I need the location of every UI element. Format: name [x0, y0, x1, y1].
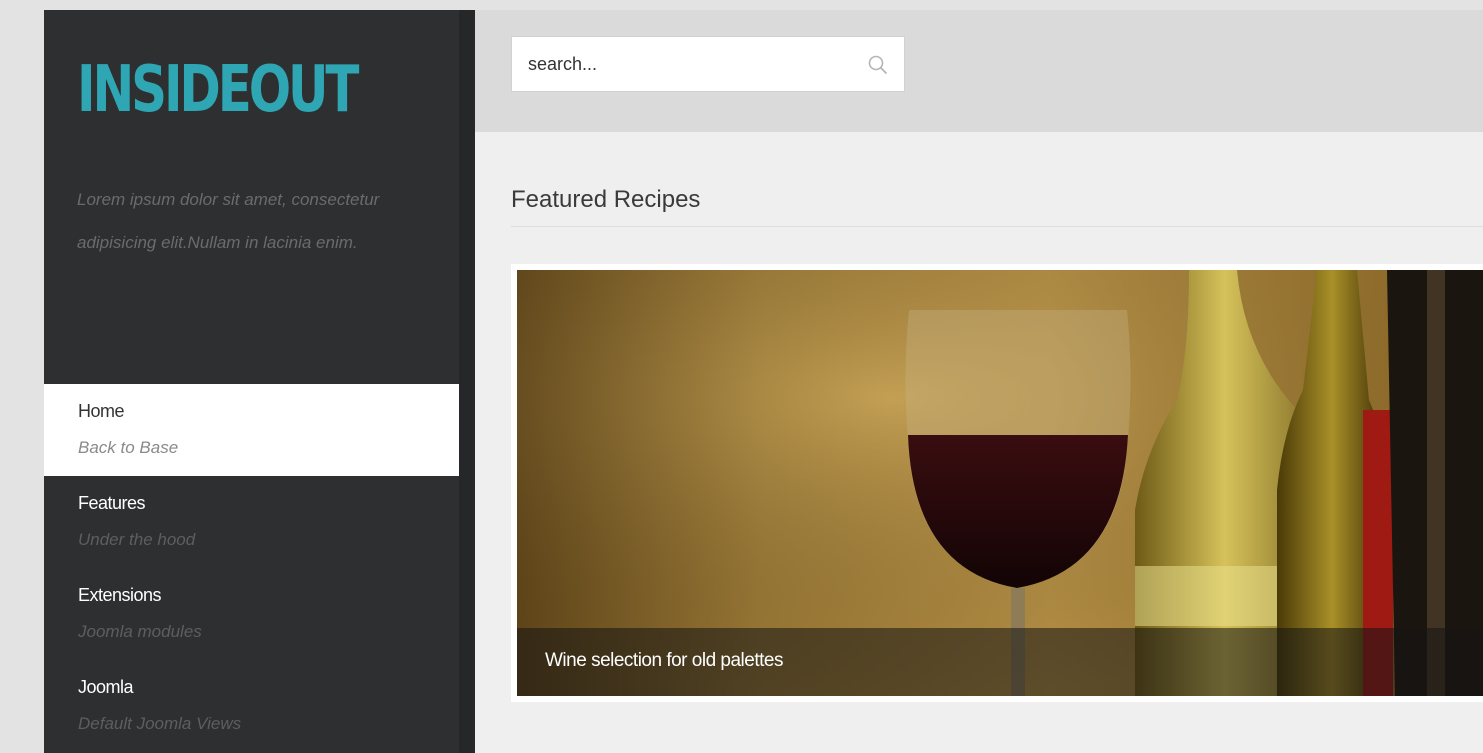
- search-icon[interactable]: [866, 53, 890, 77]
- main-content: Featured Recipes Wine selection for old …: [475, 132, 1483, 753]
- site-logo[interactable]: INSIDEOUT: [77, 58, 359, 122]
- site-tagline: Lorem ipsum dolor sit amet, consectetur …: [77, 190, 380, 252]
- section-title: Featured Recipes: [511, 186, 701, 213]
- nav-item-subtitle: Back to Base: [78, 438, 179, 457]
- nav-item-title: Extensions: [78, 585, 162, 605]
- nav-item-title: Features: [78, 493, 146, 513]
- sidebar-edge: [459, 10, 475, 753]
- featured-image[interactable]: Wine selection for old palettes: [517, 270, 1483, 696]
- image-caption-bar: Wine selection for old palettes: [517, 628, 1483, 696]
- nav-item-subtitle: Under the hood: [78, 530, 196, 549]
- sidebar: INSIDEOUT Lorem ipsum dolor sit amet, co…: [44, 10, 473, 753]
- nav-item-subtitle: Default Joomla Views: [78, 714, 242, 733]
- nav-item-home[interactable]: Home Back to Base: [44, 384, 473, 476]
- search-box: [511, 36, 905, 92]
- nav-item-title: Joomla: [78, 677, 134, 697]
- image-caption[interactable]: Wine selection for old palettes: [545, 650, 783, 672]
- nav-item-subtitle: Joomla modules: [78, 622, 202, 641]
- nav-item-features[interactable]: Features Under the hood: [44, 476, 473, 568]
- top-bar: [475, 10, 1483, 132]
- featured-recipe-card[interactable]: Wine selection for old palettes: [511, 264, 1483, 702]
- nav-item-title: Home: [78, 401, 125, 421]
- nav-item-extensions[interactable]: Extensions Joomla modules: [44, 568, 473, 660]
- section-divider: [511, 226, 1483, 227]
- main-nav: Home Back to Base Features Under the hoo…: [44, 384, 473, 752]
- nav-item-joomla[interactable]: Joomla Default Joomla Views: [44, 660, 473, 752]
- search-input[interactable]: [528, 37, 848, 91]
